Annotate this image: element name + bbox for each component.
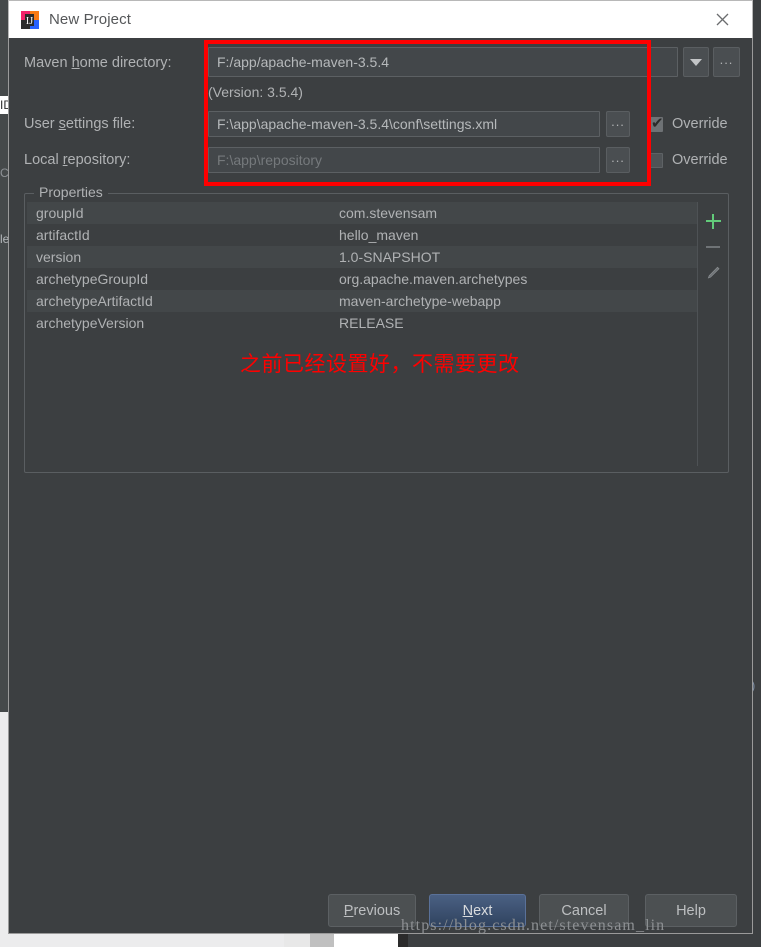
minus-icon (706, 246, 720, 248)
add-property-button[interactable] (700, 208, 726, 234)
table-row[interactable]: archetypeGroupId org.apache.maven.archet… (27, 268, 697, 290)
table-row[interactable]: archetypeArtifactId maven-archetype-weba… (27, 290, 697, 312)
table-row[interactable]: archetypeVersion RELEASE (27, 312, 697, 334)
property-key: archetypeGroupId (36, 271, 149, 287)
maven-version-note: (Version: 3.5.4) (208, 84, 303, 100)
maven-home-dropdown-button[interactable] (683, 47, 709, 77)
user-settings-override-toggle[interactable]: ✔ Override (648, 116, 728, 132)
chevron-down-icon (690, 58, 702, 66)
property-key: artifactId (36, 227, 90, 243)
taskbar-segment-dark (408, 934, 761, 947)
checkbox-unchecked-icon (648, 152, 663, 168)
svg-text:IJ: IJ (26, 16, 33, 27)
desktop-background (0, 712, 8, 947)
local-repository-input[interactable]: F:\app\repository (208, 147, 600, 173)
table-row[interactable]: artifactId hello_maven (27, 224, 697, 246)
taskbar-segment-b (310, 934, 334, 947)
table-row[interactable]: groupId com.stevensam (27, 202, 697, 224)
property-key: groupId (36, 205, 84, 221)
local-repository-override-label: Override (672, 152, 728, 168)
property-value: org.apache.maven.archetypes (339, 271, 528, 287)
user-settings-input[interactable]: F:\app\apache-maven-3.5.4\conf\settings.… (208, 111, 600, 137)
properties-toolbar (698, 202, 728, 466)
properties-legend: Properties (34, 184, 108, 200)
properties-table[interactable]: groupId com.stevensam artifactId hello_m… (27, 202, 698, 466)
annotation-note-text: 之前已经设置好，不需要更改 (240, 353, 520, 376)
dialog-title: New Project (49, 11, 131, 28)
checkbox-checked-icon: ✔ (648, 116, 664, 132)
property-value: hello_maven (339, 227, 419, 243)
close-icon[interactable] (710, 8, 734, 32)
maven-home-label: Maven home directory: (24, 55, 172, 71)
local-repository-override-toggle[interactable]: Override (648, 152, 728, 168)
plus-icon (705, 213, 721, 229)
watermark-text: https://blog.csdn.net/stevensam_lin (401, 917, 666, 934)
dialog-title-bar: IJ New Project (8, 0, 753, 38)
maven-home-input[interactable]: F:/app/apache-maven-3.5.4 (208, 47, 678, 77)
property-key: archetypeVersion (36, 315, 145, 331)
intellij-idea-icon: IJ (21, 10, 39, 29)
table-row[interactable]: version 1.0-SNAPSHOT (27, 246, 697, 268)
property-value: RELEASE (339, 315, 404, 331)
user-settings-label: User settings file: (24, 116, 136, 132)
property-value: com.stevensam (339, 205, 438, 221)
property-key: version (36, 249, 82, 265)
taskbar-segment-a (284, 934, 310, 947)
taskbar-segment-d (398, 934, 408, 947)
taskbar-segment-c (334, 934, 398, 947)
property-value: 1.0-SNAPSHOT (339, 249, 441, 265)
property-key: archetypeArtifactId (36, 293, 153, 309)
pencil-icon (707, 266, 720, 279)
maven-home-browse-button[interactable]: ... (713, 47, 740, 77)
user-settings-browse-button[interactable]: ... (606, 111, 630, 137)
edit-property-button[interactable] (700, 260, 726, 286)
property-value: maven-archetype-webapp (339, 293, 501, 309)
local-repository-browse-button[interactable]: ... (606, 147, 630, 173)
user-settings-override-label: Override (672, 116, 728, 132)
local-repository-label: Local repository: (24, 152, 131, 168)
remove-property-button[interactable] (700, 234, 726, 260)
